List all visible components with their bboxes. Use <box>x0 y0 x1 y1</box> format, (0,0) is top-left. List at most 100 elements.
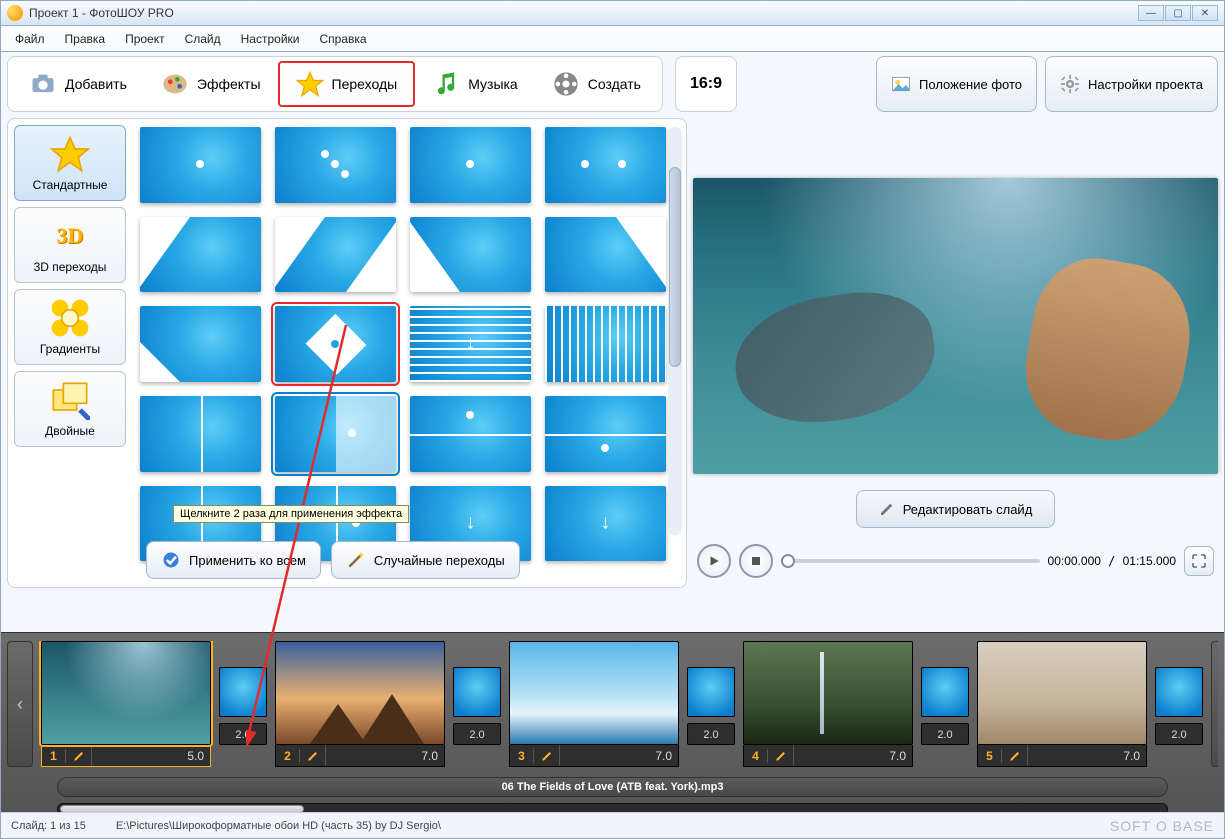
seek-bar[interactable] <box>781 559 1040 563</box>
slide-edit-button[interactable] <box>534 745 560 766</box>
transition-duration[interactable]: 2.0 <box>453 723 501 745</box>
photo-position-button[interactable]: Положение фото <box>876 56 1037 112</box>
transition-item[interactable] <box>140 127 261 203</box>
transition-item[interactable] <box>545 396 666 472</box>
tab-create[interactable]: Создать <box>535 61 658 107</box>
transition-item[interactable] <box>545 217 666 293</box>
slide-duration[interactable]: 5.0 <box>92 749 210 763</box>
slide-edit-button[interactable] <box>1002 745 1028 766</box>
transition-duration[interactable]: 2.0 <box>219 723 267 745</box>
slide-duration[interactable]: 7.0 <box>326 749 444 763</box>
timeline-transition[interactable]: 2.0 <box>219 641 267 745</box>
apply-all-button[interactable]: Применить ко всем <box>146 541 321 579</box>
gear-icon <box>1060 74 1080 94</box>
category-3d[interactable]: 3D 3D переходы <box>14 207 126 283</box>
tab-add[interactable]: Добавить <box>12 61 144 107</box>
timeline-next-button[interactable]: › <box>1211 641 1218 767</box>
category-double[interactable]: Двойные <box>14 371 126 447</box>
timeline-slide[interactable]: 15.0 <box>41 641 211 767</box>
fullscreen-icon <box>1191 553 1207 569</box>
menu-project[interactable]: Проект <box>115 28 175 50</box>
timeline-slide[interactable]: 37.0 <box>509 641 679 767</box>
stop-button[interactable] <box>739 544 773 578</box>
maximize-button[interactable]: ▢ <box>1165 5 1191 21</box>
camera-icon <box>29 70 57 98</box>
tab-transitions-label: Переходы <box>332 76 398 92</box>
timeline-prev-button[interactable]: ‹ <box>7 641 33 767</box>
timeline-transition[interactable]: 2.0 <box>921 641 969 745</box>
random-transitions-button[interactable]: Случайные переходы <box>331 541 520 579</box>
timeline-slide[interactable]: 47.0 <box>743 641 913 767</box>
category-3d-label: 3D переходы <box>34 260 107 274</box>
music-icon <box>432 70 460 98</box>
timeline-slide[interactable]: 27.0 <box>275 641 445 767</box>
tool-tabs: Добавить Эффекты Переходы Музыка Создать <box>7 56 663 112</box>
transition-item[interactable]: ↓ <box>545 486 666 562</box>
apply-icon <box>161 550 181 570</box>
transition-item[interactable] <box>140 396 261 472</box>
transition-duration[interactable]: 2.0 <box>687 723 735 745</box>
transition-item[interactable] <box>545 127 666 203</box>
slide-edit-button[interactable] <box>768 745 794 766</box>
transition-item[interactable] <box>275 127 396 203</box>
category-standard[interactable]: Стандартные <box>14 125 126 201</box>
tab-effects[interactable]: Эффекты <box>144 61 278 107</box>
timeline-transition[interactable]: 2.0 <box>453 641 501 745</box>
transition-duration[interactable]: 2.0 <box>1155 723 1203 745</box>
time-display: 00:00.000 / 01:15.000 <box>1048 554 1176 568</box>
threeD-icon: 3D <box>50 216 90 256</box>
preview-panel: Редактировать слайд 00:00.000 / 01:15.00… <box>693 118 1218 588</box>
seek-knob[interactable] <box>781 554 795 568</box>
slide-duration[interactable]: 7.0 <box>794 749 912 763</box>
slide-duration[interactable]: 7.0 <box>1028 749 1146 763</box>
project-settings-button[interactable]: Настройки проекта <box>1045 56 1218 112</box>
transition-item[interactable] <box>140 217 261 293</box>
slide-edit-button[interactable] <box>66 745 92 766</box>
slide-duration[interactable]: 7.0 <box>560 749 678 763</box>
timeline-slide[interactable]: 57.0 <box>977 641 1147 767</box>
status-slide-count: Слайд: 1 из 15 <box>11 820 86 832</box>
transition-item[interactable]: ↓ <box>410 306 531 382</box>
aspect-ratio-badge[interactable]: 16:9 <box>675 56 737 112</box>
tab-music-label: Музыка <box>468 76 518 92</box>
menu-edit[interactable]: Правка <box>55 28 116 50</box>
window-title: Проект 1 - ФотоШОУ PRO <box>29 6 174 20</box>
watermark: SOFT O BASE <box>1110 818 1214 834</box>
transition-item[interactable] <box>275 217 396 293</box>
close-button[interactable]: ✕ <box>1192 5 1218 21</box>
photo-position-label: Положение фото <box>919 77 1022 92</box>
menu-slide[interactable]: Слайд <box>175 28 231 50</box>
fullscreen-button[interactable] <box>1184 546 1214 576</box>
tab-effects-label: Эффекты <box>197 76 261 92</box>
transition-item-selected[interactable] <box>275 306 396 382</box>
transition-item[interactable] <box>410 396 531 472</box>
transitions-scrollbar[interactable] <box>668 127 682 535</box>
transition-item[interactable] <box>545 306 666 382</box>
pencil-icon <box>307 750 319 762</box>
transition-item[interactable] <box>140 306 261 382</box>
menu-file[interactable]: Файл <box>5 28 55 50</box>
timeline-transition[interactable]: 2.0 <box>1155 641 1203 745</box>
menu-settings[interactable]: Настройки <box>231 28 310 50</box>
minimize-button[interactable]: — <box>1138 5 1164 21</box>
transition-item[interactable] <box>410 127 531 203</box>
edit-slide-button[interactable]: Редактировать слайд <box>856 490 1056 528</box>
transition-item[interactable] <box>410 217 531 293</box>
tab-music[interactable]: Музыка <box>415 61 535 107</box>
aspect-ratio-label: 16:9 <box>690 75 722 93</box>
transition-duration[interactable]: 2.0 <box>921 723 969 745</box>
timeline-transition[interactable]: 2.0 <box>687 641 735 745</box>
star-icon <box>296 70 324 98</box>
play-button[interactable] <box>697 544 731 578</box>
titlebar: Проект 1 - ФотоШОУ PRO — ▢ ✕ <box>0 0 1225 26</box>
slide-edit-button[interactable] <box>300 745 326 766</box>
tab-transitions[interactable]: Переходы <box>278 61 416 107</box>
menu-help[interactable]: Справка <box>309 28 376 50</box>
audio-track[interactable]: 06 The Fields of Love (ATB feat. York).m… <box>57 777 1168 797</box>
category-gradients[interactable]: Градиенты <box>14 289 126 365</box>
reel-icon <box>552 70 580 98</box>
slide-number: 1 <box>42 749 66 763</box>
transition-item[interactable] <box>275 396 396 472</box>
pencil-icon <box>541 750 553 762</box>
timeline: ‹ 15.0 2.0 27.0 2.0 37.0 2.0 47.0 2.0 <box>1 632 1224 812</box>
